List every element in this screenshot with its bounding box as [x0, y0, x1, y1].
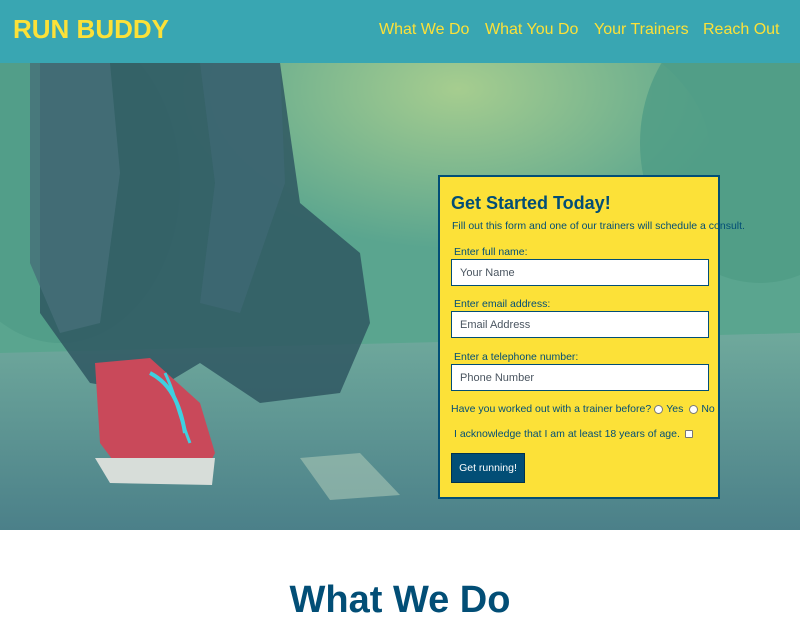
trainer-question-row: Have you worked out with a trainer befor…	[451, 403, 715, 415]
trainer-question: Have you worked out with a trainer befor…	[451, 403, 652, 415]
hero-section: Get Started Today! Fill out this form an…	[0, 63, 800, 530]
section-title-what-we-do: What We Do	[289, 579, 511, 619]
name-label: Enter full name:	[454, 246, 528, 258]
form-title: Get Started Today!	[451, 193, 611, 213]
radio-yes[interactable]	[654, 404, 664, 414]
signup-form: Get Started Today! Fill out this form an…	[438, 175, 745, 499]
radio-yes-label: Yes	[666, 403, 684, 415]
email-input[interactable]	[451, 311, 709, 338]
name-input[interactable]	[451, 259, 709, 286]
site-header: RUN BUDDY What We Do What You Do Your Tr…	[0, 0, 800, 63]
radio-no[interactable]	[689, 404, 699, 414]
nav-link-your-trainers[interactable]: Your Trainers	[594, 21, 689, 39]
phone-input[interactable]	[451, 364, 709, 391]
radio-no-label: No	[701, 403, 715, 415]
phone-label: Enter a telephone number:	[454, 351, 579, 363]
acknowledge-row: I acknowledge that I am at least 18 year…	[454, 428, 693, 440]
acknowledge-checkbox[interactable]	[684, 430, 693, 438]
nav-link-what-we-do[interactable]: What We Do	[379, 21, 469, 39]
acknowledge-label: I acknowledge that I am at least 18 year…	[454, 428, 680, 440]
form-description: Fill out this form and one of our traine…	[452, 220, 745, 232]
submit-button[interactable]: Get running!	[451, 453, 525, 483]
email-label: Enter email address:	[454, 298, 551, 310]
nav-link-reach-out[interactable]: Reach Out	[703, 21, 779, 39]
nav-link-what-you-do[interactable]: What You Do	[485, 21, 578, 39]
main-nav: What We Do What You Do Your Trainers Rea…	[0, 21, 800, 45]
